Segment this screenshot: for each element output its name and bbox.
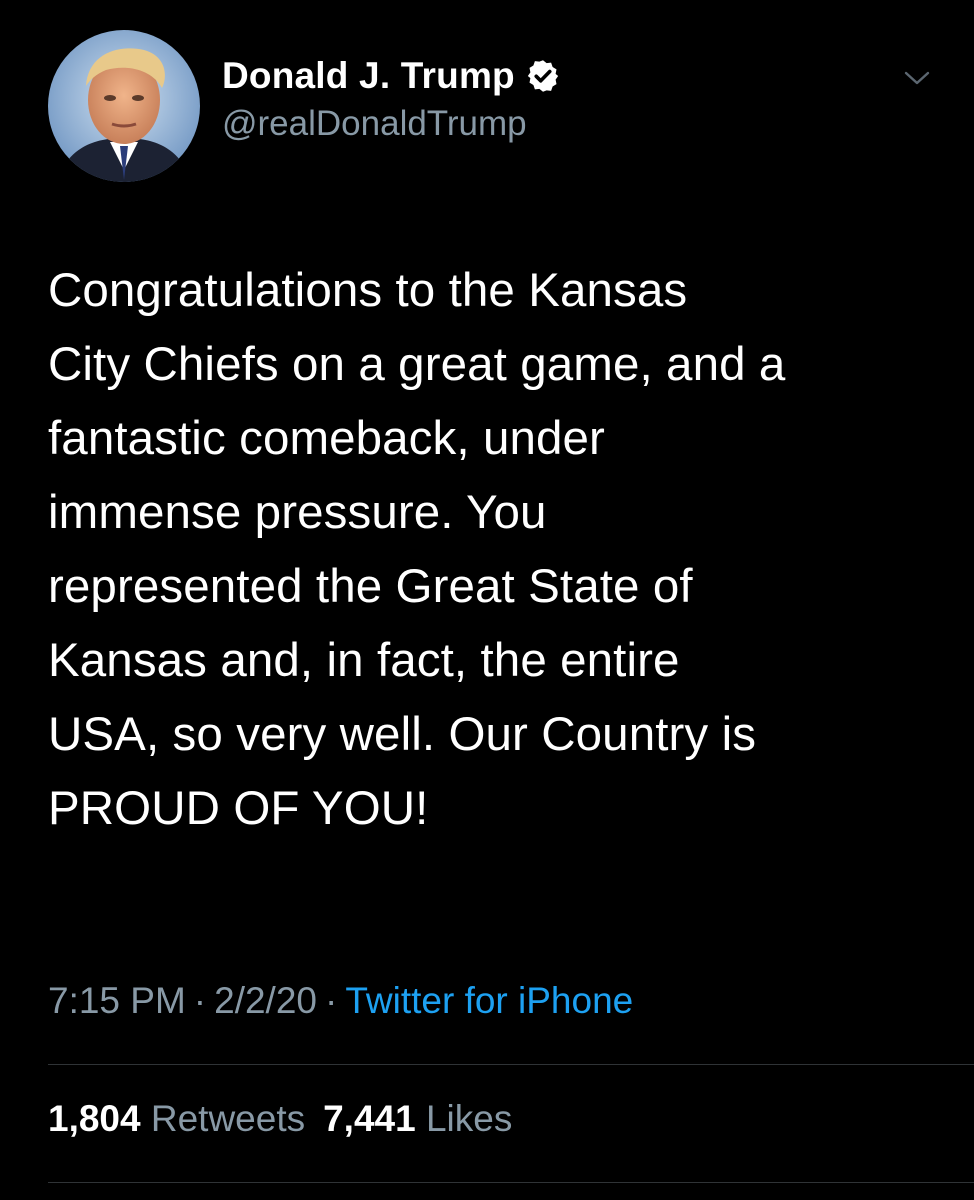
tweet-text-line: immense pressure. You [48,486,547,539]
tweet-card: Donald J. Trump @realDonaldTrump Congrat… [0,0,974,1200]
tweet-text-line: PROUD OF YOU! [48,782,429,835]
likes-count: 7,441 [323,1098,416,1139]
tweet-date[interactable]: 2/2/20 [214,980,317,1021]
user-names: Donald J. Trump @realDonaldTrump [222,52,561,144]
meta-separator: · [325,980,338,1021]
retweets-label: Retweets [150,1098,306,1139]
tweet-text-line: Kansas and, in fact, the entire [48,634,680,687]
tweet-text: Congratulations to the Kansas City Chief… [48,254,948,846]
divider [48,1064,974,1065]
divider [48,1182,974,1183]
tweet-meta: 7:15 PM · 2/2/20 · Twitter for iPhone [48,980,633,1022]
avatar[interactable] [48,30,200,182]
tweet-time[interactable]: 7:15 PM [48,980,186,1021]
verified-badge-icon [525,58,561,94]
avatar-image [48,30,200,182]
tweet-text-line: Congratulations to the Kansas [48,264,688,317]
tweet-stats: 1,804 Retweets 7,441 Likes [48,1098,512,1140]
chevron-down-icon[interactable] [902,68,932,88]
tweet-text-line: USA, so very well. Our Country is [48,708,757,761]
tweet-text-line: represented the Great State of [48,560,693,613]
meta-separator: · [193,980,207,1021]
retweets-count: 1,804 [48,1098,141,1139]
retweets-stat[interactable]: 1,804 Retweets [48,1098,305,1139]
user-handle[interactable]: @realDonaldTrump [222,104,561,144]
tweet-header: Donald J. Trump @realDonaldTrump [48,30,940,182]
likes-stat[interactable]: 7,441 Likes [323,1098,512,1139]
tweet-text-line: City Chiefs on a great game, and a [48,338,786,391]
display-name-row: Donald J. Trump [222,52,561,100]
tweet-text-line: fantastic comeback, under [48,412,605,465]
tweet-source-link[interactable]: Twitter for iPhone [345,980,633,1021]
likes-label: Likes [425,1098,513,1139]
display-name[interactable]: Donald J. Trump [222,55,515,97]
